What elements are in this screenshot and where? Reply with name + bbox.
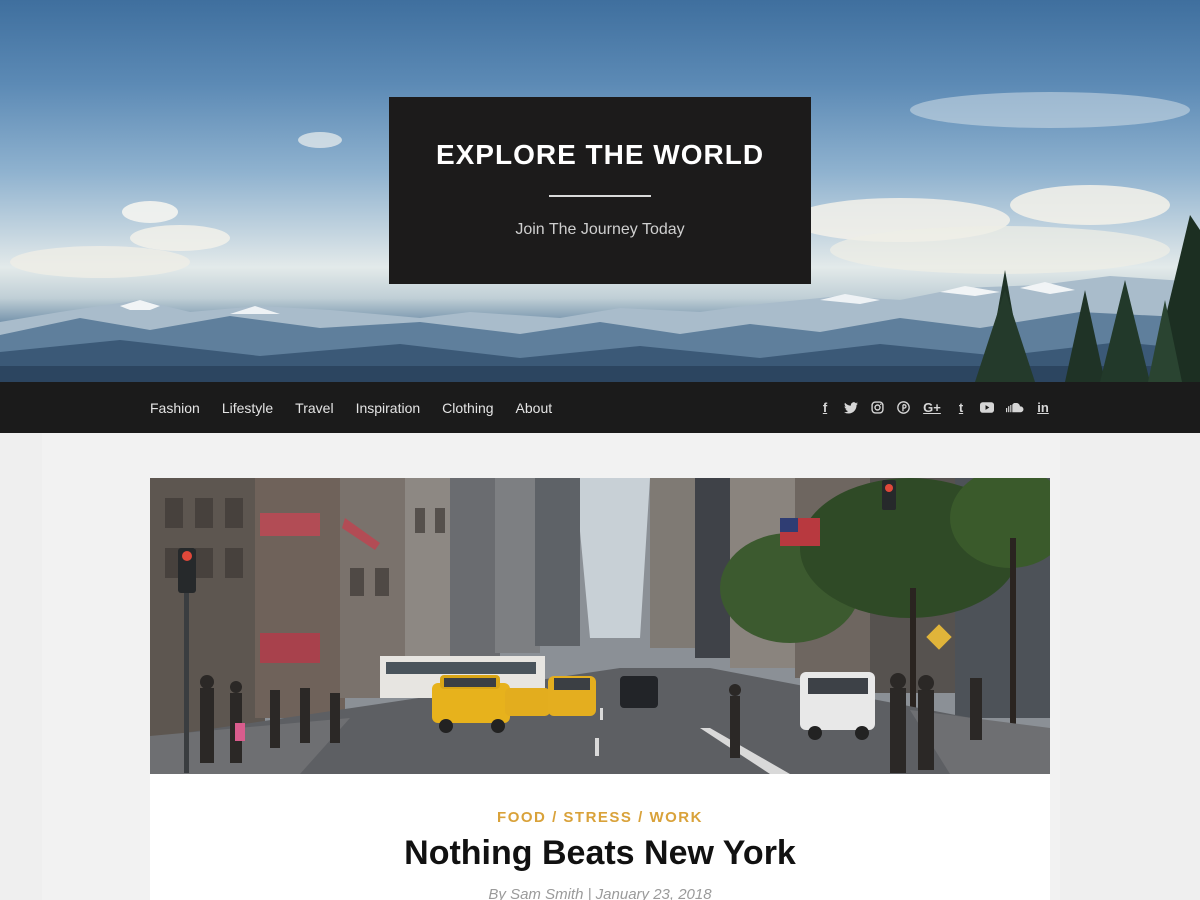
facebook-icon[interactable]: f	[818, 400, 832, 415]
site-title-box: EXPLORE THE WORLD Join The Journey Today	[389, 97, 811, 284]
main-navigation: Fashion Lifestyle Travel Inspiration Clo…	[0, 382, 1200, 433]
site-tagline: Join The Journey Today	[515, 221, 685, 238]
linkedin-icon[interactable]: in	[1036, 400, 1050, 415]
post-featured-image[interactable]	[150, 478, 1050, 774]
youtube-icon[interactable]	[980, 401, 994, 415]
nav-item-clothing[interactable]: Clothing	[442, 400, 493, 416]
category-stress-link[interactable]: STRESS	[563, 809, 632, 826]
title-divider	[549, 195, 651, 197]
nav-item-lifestyle[interactable]: Lifestyle	[222, 400, 273, 416]
linkedin-glyph: in	[1037, 400, 1049, 415]
facebook-glyph: f	[822, 400, 828, 415]
social-links: f G+ t in	[806, 382, 1050, 433]
soundcloud-icon[interactable]	[1006, 401, 1024, 415]
nav-item-travel[interactable]: Travel	[295, 400, 333, 416]
twitter-icon[interactable]	[844, 401, 858, 415]
google-plus-icon[interactable]: G+	[922, 400, 942, 415]
hero-banner: EXPLORE THE WORLD Join The Journey Today	[0, 0, 1200, 382]
tumblr-icon[interactable]: t	[954, 400, 968, 415]
category-separator: /	[638, 809, 644, 826]
nav-menu: Fashion Lifestyle Travel Inspiration Clo…	[150, 382, 574, 433]
post-categories: FOOD / STRESS / WORK	[150, 809, 1050, 826]
nav-item-inspiration[interactable]: Inspiration	[356, 400, 421, 416]
category-food-link[interactable]: FOOD	[497, 809, 546, 826]
post-title[interactable]: Nothing Beats New York	[150, 834, 1050, 873]
nav-item-fashion[interactable]: Fashion	[150, 400, 200, 416]
instagram-icon[interactable]	[870, 401, 884, 415]
pinterest-icon[interactable]	[896, 401, 910, 415]
post-byline: By Sam Smith | January 23, 2018	[488, 886, 712, 900]
category-separator: /	[552, 809, 558, 826]
tumblr-glyph: t	[958, 400, 964, 415]
nav-item-about[interactable]: About	[516, 400, 553, 416]
google-plus-glyph: G+	[923, 400, 941, 415]
city-street-photo	[150, 478, 1050, 774]
category-work-link[interactable]: WORK	[649, 809, 703, 826]
site-title[interactable]: EXPLORE THE WORLD	[389, 139, 811, 171]
featured-post-card: FOOD / STRESS / WORK Nothing Beats New Y…	[150, 478, 1050, 900]
